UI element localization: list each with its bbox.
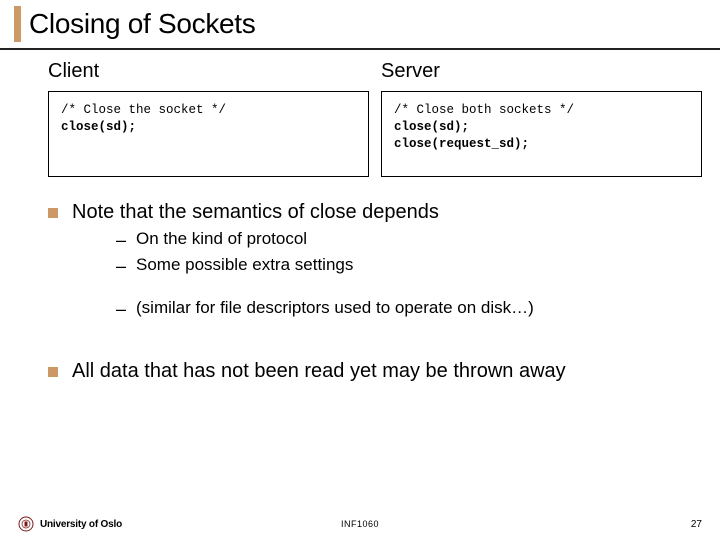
square-bullet-icon — [48, 367, 58, 377]
title-wrap: Closing of Sockets — [0, 0, 720, 46]
server-code-comment: /* Close both sockets */ — [394, 102, 689, 119]
dash-icon: – — [116, 230, 126, 252]
server-codebox: /* Close both sockets */ close(sd); clos… — [381, 91, 702, 177]
server-heading: Server — [381, 60, 702, 83]
client-column: Client /* Close the socket */ close(sd); — [48, 60, 369, 177]
bullet-2: All data that has not been read yet may … — [48, 358, 692, 384]
client-codebox: /* Close the socket */ close(sd); — [48, 91, 369, 177]
spacer-large — [48, 324, 692, 358]
page-number: 27 — [691, 519, 702, 530]
bullet-1-sublist: – On the kind of protocol – Some possibl… — [48, 229, 692, 321]
bullet-1: Note that the semantics of close depends — [48, 199, 692, 225]
dash-icon: – — [116, 299, 126, 321]
body-block: Note that the semantics of close depends… — [0, 177, 720, 384]
server-code-call1: close(sd); — [394, 119, 689, 136]
server-code-call2: close(request_sd); — [394, 136, 689, 153]
client-code-call: close(sd); — [61, 119, 356, 136]
client-code-comment: /* Close the socket */ — [61, 102, 356, 119]
footer: University of Oslo INF1060 27 — [0, 516, 720, 532]
slide: Closing of Sockets Client /* Close the s… — [0, 0, 720, 540]
course-code: INF1060 — [341, 519, 379, 529]
title-accent-bar — [14, 6, 21, 42]
sub-1: – On the kind of protocol — [116, 229, 692, 252]
client-heading: Client — [48, 60, 369, 83]
bullet-2-text: All data that has not been read yet may … — [72, 358, 566, 384]
sub-3-text: (similar for file descriptors used to op… — [136, 298, 534, 318]
server-column: Server /* Close both sockets */ close(sd… — [381, 60, 702, 177]
university-name: University of Oslo — [40, 519, 122, 530]
slide-title: Closing of Sockets — [29, 8, 256, 40]
sub-3: – (similar for file descriptors used to … — [116, 298, 692, 321]
dash-icon: – — [116, 256, 126, 278]
code-columns: Client /* Close the socket */ close(sd);… — [0, 50, 720, 177]
university-wrap: University of Oslo — [18, 516, 122, 532]
bullet-1-text: Note that the semantics of close depends — [72, 199, 439, 225]
university-seal-icon — [18, 516, 34, 532]
sub-2-text: Some possible extra settings — [136, 255, 353, 275]
square-bullet-icon — [48, 208, 58, 218]
sub-2: – Some possible extra settings — [116, 255, 692, 278]
sub-1-text: On the kind of protocol — [136, 229, 307, 249]
spacer — [116, 280, 692, 298]
